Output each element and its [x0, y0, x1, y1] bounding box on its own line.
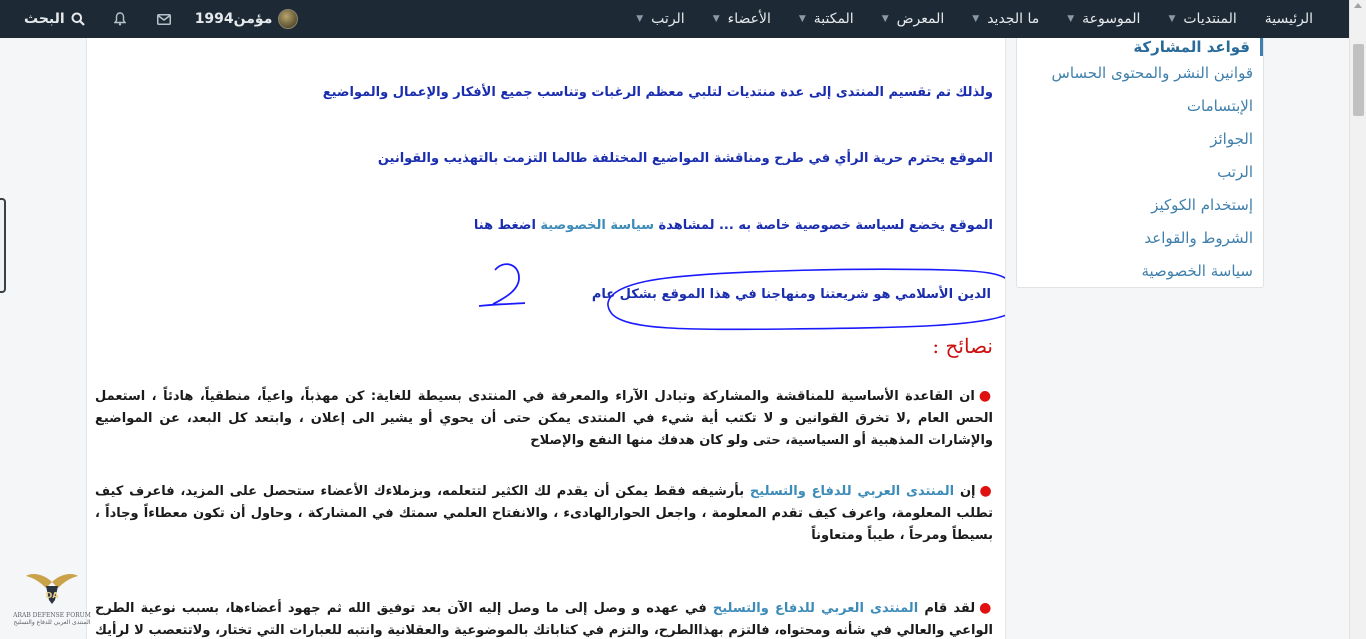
rules-line-1: ولذلك تم تقسيم المنتدى إلى عدة منتديات ل… — [322, 85, 993, 100]
sidebar-item-label: قواعد المشاركة — [1133, 38, 1250, 56]
nav-item-label: المكتبة — [813, 11, 854, 27]
nav-item-label: المنتديات — [1183, 11, 1237, 27]
username: مؤمن1994 — [194, 11, 273, 27]
rules-line-4: الدين الأسلامي هو شريعتنا ومنهاجنا في هذ… — [591, 287, 991, 302]
nav-item-home[interactable]: الرئيسية — [1251, 0, 1327, 38]
logo-caption-en: ARAB DEFENSE FORUM — [13, 612, 91, 619]
tip-3-intro: لقد قام — [918, 601, 976, 616]
sidebar-item-cookies[interactable]: إستخدام الكوكيز — [1017, 188, 1263, 221]
chevron-down-icon[interactable]: ▼ — [1168, 14, 1175, 24]
user-menu[interactable]: مؤمن1994 — [191, 9, 303, 29]
nav-item-members[interactable]: الأعضاء ▼ — [699, 0, 785, 38]
nav-item-label: الموسوعة — [1082, 11, 1141, 27]
nav-item-library[interactable]: المكتبة ▼ — [785, 0, 868, 38]
sidebar-item-posting-rules[interactable]: قوانين النشر والمحتوى الحساس — [1017, 56, 1263, 89]
nav-item-label: الرئيسية — [1264, 11, 1313, 27]
chevron-down-icon[interactable]: ▼ — [882, 14, 889, 24]
sidebar-item-awards[interactable]: الجوائز — [1017, 122, 1263, 155]
tip-2-intro: إن — [954, 484, 976, 499]
sidebar-item-label: إستخدام الكوكيز — [1151, 195, 1253, 214]
sidebar-item-label: الشروط والقواعد — [1144, 228, 1253, 247]
sidebar-item-label: الإبتسامات — [1186, 96, 1253, 115]
nav-item-label: الأعضاء — [727, 11, 771, 27]
avatar — [278, 9, 299, 29]
chevron-down-icon[interactable]: ▼ — [636, 14, 643, 24]
rules-line-3-end: اضغط هنا — [473, 218, 541, 233]
chevron-down-icon[interactable]: ▼ — [713, 14, 720, 24]
search-icon — [71, 12, 85, 26]
eagle-logo-icon: DA — [26, 574, 78, 604]
sidebar-item-label: قوانين النشر والمحتوى الحساس — [1051, 63, 1253, 82]
chevron-down-icon[interactable]: ▼ — [972, 14, 979, 24]
tip-paragraph-1: ●ان القاعدة الأساسية للمناقشة والمشاركة … — [95, 385, 993, 452]
help-sidebar: قواعد المشاركة قوانين النشر والمحتوى الح… — [1016, 38, 1264, 288]
scrollbar-thumb[interactable] — [1353, 44, 1364, 116]
nav-item-ranks[interactable]: الرتب ▼ — [622, 0, 698, 38]
sidebar-item-smilies[interactable]: الإبتسامات — [1017, 89, 1263, 122]
sidebar-item-label: سياسة الخصوصية — [1141, 261, 1253, 280]
svg-text:DA: DA — [46, 591, 60, 600]
sidebar-item-ranks[interactable]: الرتب — [1017, 155, 1263, 188]
main-nav: الرئيسية المنتديات ▼ الموسوعة ▼ ما الجديد ▼… — [622, 0, 1349, 38]
sidebar-item-terms[interactable]: الشروط والقواعد — [1017, 221, 1263, 254]
search-button[interactable]: البحث — [16, 11, 93, 27]
sidebar-item-label: الجوائز — [1210, 129, 1253, 148]
forum-name-link[interactable]: المنتدى العربي للدفاع والتسليح — [713, 601, 918, 616]
sidebar-item-label: الرتب — [1217, 162, 1253, 181]
rules-line-2: الموقع يحترم حرية الرأي في طرح ومناقشة ا… — [377, 151, 993, 166]
rules-content: ولذلك تم تقسيم المنتدى إلى عدة منتديات ل… — [86, 38, 1006, 639]
top-nav-bar: الرئيسية المنتديات ▼ الموسوعة ▼ ما الجديد ▼… — [0, 0, 1349, 38]
bell-icon[interactable] — [103, 0, 137, 38]
chevron-down-icon[interactable]: ▼ — [1067, 14, 1074, 24]
envelope-icon[interactable] — [147, 0, 181, 38]
bullet-icon: ● — [979, 600, 994, 616]
nav-item-gallery[interactable]: المعرض ▼ — [868, 0, 959, 38]
rules-line-3: الموقع يخضع لسياسة خصوصية خاصة به ... لم… — [474, 218, 993, 233]
privacy-policy-link[interactable]: سياسة الخصوصية — [540, 218, 654, 233]
bullet-icon: ● — [979, 483, 994, 499]
tips-heading: نصائح : — [932, 334, 993, 358]
nav-item-label: ما الجديد — [987, 11, 1040, 27]
bullet-icon: ● — [978, 388, 993, 404]
tip-paragraph-3: ●لقد قام المنتدى العربي للدفاع والتسليح … — [95, 597, 993, 639]
side-panel-handle[interactable] — [0, 198, 6, 293]
scroll-up-icon[interactable] — [1354, 3, 1362, 8]
tip-paragraph-2: ●إن المنتدى العربي للدفاع والتسليح بأرشي… — [95, 480, 993, 547]
page-scrollbar[interactable] — [1349, 0, 1366, 639]
user-nav: مؤمن1994 البحث — [0, 0, 302, 38]
nav-item-forums[interactable]: المنتديات ▼ — [1154, 0, 1250, 38]
forum-logo: DA ARAB DEFENSE FORUM المنتدى العربي للد… — [8, 568, 96, 639]
nav-item-whats-new[interactable]: ما الجديد ▼ — [958, 0, 1053, 38]
sidebar-item-privacy[interactable]: سياسة الخصوصية — [1017, 254, 1263, 287]
logo-caption-ar: المنتدى العربي للدفاع والتسليح — [13, 619, 91, 626]
nav-item-encyclopedia[interactable]: الموسوعة ▼ — [1053, 0, 1154, 38]
search-label: البحث — [24, 11, 65, 27]
forum-name-link[interactable]: المنتدى العربي للدفاع والتسليح — [750, 484, 954, 499]
nav-item-label: الرتب — [651, 11, 685, 27]
nav-item-label: المعرض — [896, 11, 945, 27]
chevron-down-icon[interactable]: ▼ — [799, 14, 806, 24]
rules-line-3-text: الموقع يخضع لسياسة خصوصية خاصة به ... لم… — [654, 218, 993, 233]
tip-1-text: ان القاعدة الأساسية للمناقشة والمشاركة و… — [95, 389, 993, 448]
sidebar-item-rules[interactable]: قواعد المشاركة — [1017, 38, 1263, 56]
